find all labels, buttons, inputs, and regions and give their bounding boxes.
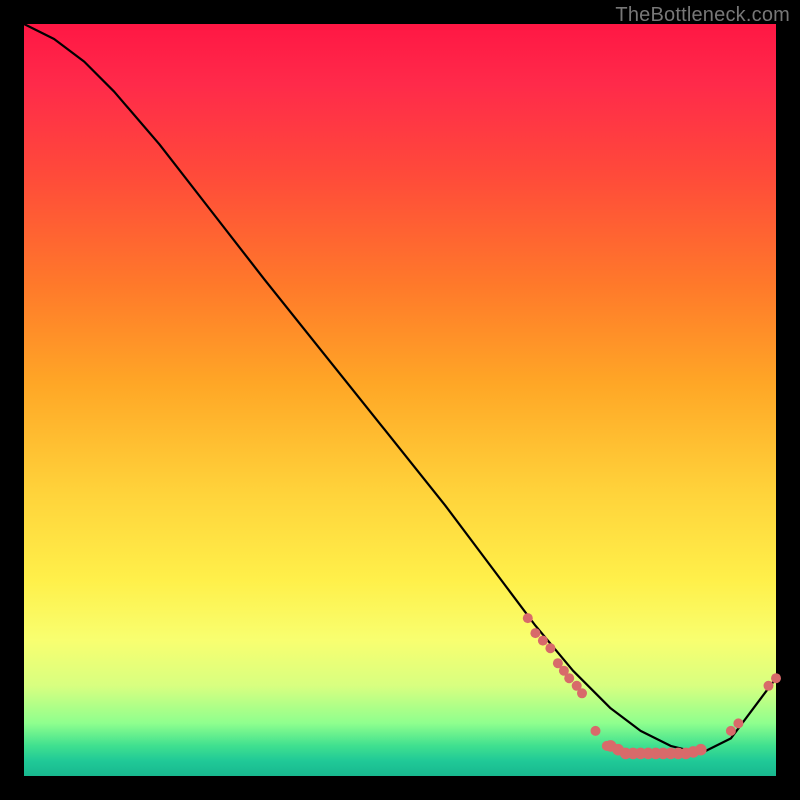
data-point [764,681,774,691]
data-point [726,726,736,736]
chart-svg [24,24,776,776]
data-point [577,688,587,698]
plot-area [24,24,776,776]
chart-stage: TheBottleneck.com [0,0,800,800]
data-point [564,673,574,683]
data-point [545,643,555,653]
data-point [733,718,743,728]
data-point [530,628,540,638]
data-point [695,744,707,756]
bottleneck-curve-line [24,24,776,753]
data-point [523,613,533,623]
data-point [771,673,781,683]
data-point [591,726,601,736]
data-point [538,636,548,646]
